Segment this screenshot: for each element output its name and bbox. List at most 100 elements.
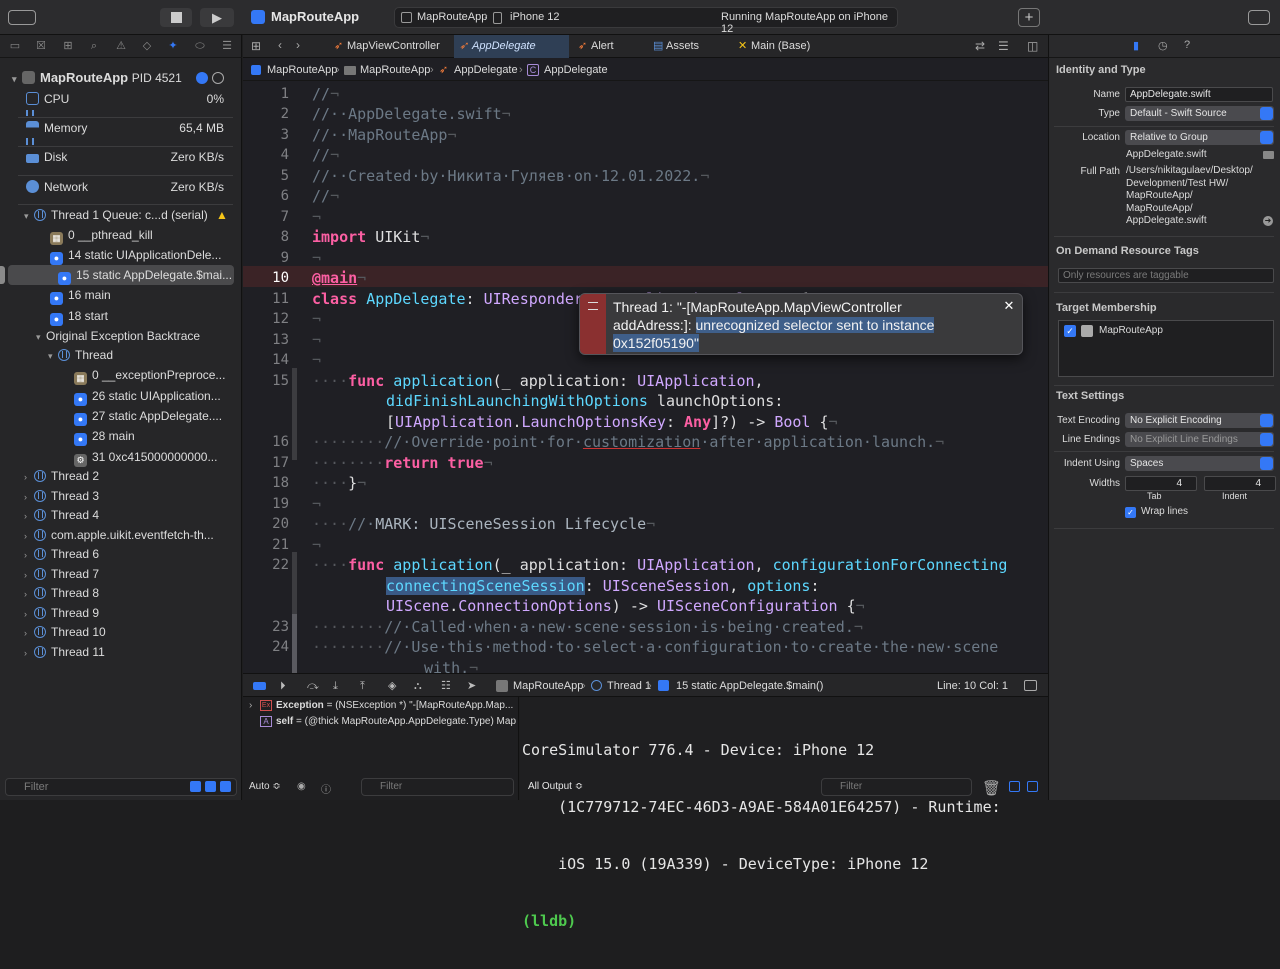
debug-thread[interactable]: Thread 1 <box>607 674 651 698</box>
thread-row[interactable]: › Thread 2 <box>0 466 242 486</box>
navigator-toggle-icon[interactable] <box>8 10 36 25</box>
history-icon[interactable]: ◷ <box>1158 39 1168 52</box>
debug-frame[interactable]: 15 static AppDelegate.$main() <box>676 674 823 698</box>
console[interactable]: CoreSimulator 776.4 - Device: iPhone 12 … <box>520 697 1048 930</box>
memory-graph-icon[interactable]: ⛬ <box>414 674 422 698</box>
frame-row[interactable]: ▦ 0 __exceptionPreproce... <box>0 365 242 385</box>
environment-overrides-icon[interactable]: ☷ <box>441 674 451 698</box>
thread-row[interactable]: › Thread 8 <box>0 583 242 603</box>
filter-option-icon[interactable] <box>190 781 201 792</box>
debug-icon[interactable]: ✦ <box>166 39 180 53</box>
debug-area-toggle-icon[interactable] <box>1024 680 1037 691</box>
jump-file[interactable]: AppDelegate <box>454 59 518 81</box>
back-icon[interactable]: ‹ <box>278 38 282 52</box>
thread-row[interactable]: › Thread 10 <box>0 622 242 642</box>
run-button[interactable]: ▶ <box>200 8 234 27</box>
frame-row[interactable]: ● 27 static AppDelegate.... <box>0 406 242 426</box>
inspector-toggle-icon[interactable] <box>1248 10 1270 25</box>
tab-assets[interactable]: ▤ Assets <box>648 35 732 58</box>
frame-row[interactable]: ● 18 start <box>0 306 242 326</box>
continue-icon[interactable]: ⏵ <box>280 674 286 698</box>
breakpoint-icon[interactable]: ⬭ <box>193 39 207 53</box>
thread-row[interactable]: › Thread 9 <box>0 603 242 623</box>
trash-icon[interactable]: 🗑 <box>982 779 1001 797</box>
step-into-icon[interactable]: ⤓ <box>333 674 338 698</box>
target-checkbox[interactable]: ✓ <box>1064 325 1076 337</box>
location-popup[interactable]: Relative to Group <box>1125 130 1274 145</box>
indent-popup[interactable]: Spaces <box>1125 456 1274 471</box>
folder-icon[interactable]: ▭ <box>8 39 22 53</box>
library-plus-button[interactable]: + <box>1018 8 1040 27</box>
debug-app[interactable]: MapRouteApp <box>513 674 583 698</box>
issue-icon[interactable]: ⚠ <box>114 39 128 53</box>
variable-row[interactable]: Exception = (NSException *) "-[MapRouteA… <box>276 700 516 711</box>
type-popup[interactable]: Default - Swift Source <box>1125 106 1274 121</box>
tab-appdelegate[interactable]: ➶ AppDelegate <box>454 35 569 58</box>
gauge-cpu[interactable]: CPU 0% <box>0 89 242 109</box>
wrap-lines-checkbox[interactable]: ✓ <box>1125 507 1136 518</box>
jump-project[interactable]: MapRouteApp <box>267 59 337 81</box>
reveal-arrow-icon[interactable]: ➜ <box>1263 216 1273 226</box>
tab-mapviewcontroller[interactable]: ➶ MapViewController <box>329 35 453 58</box>
forward-icon[interactable]: › <box>296 38 300 52</box>
frame-row-selected[interactable]: ● 15 static AppDelegate.$mai... <box>8 265 234 285</box>
thread-1-row[interactable]: ▾ Thread 1 Queue: c...d (serial) ▲ <box>0 205 242 225</box>
thread-row[interactable]: › Thread 3 <box>0 486 242 506</box>
stop-button[interactable] <box>160 8 192 27</box>
step-out-icon[interactable]: ⤒ <box>360 674 365 698</box>
jump-group[interactable]: MapRouteApp <box>360 59 430 81</box>
tab-width-field[interactable]: 4 <box>1125 476 1197 491</box>
close-icon[interactable]: ✕ <box>1001 298 1017 314</box>
process-row[interactable]: ▾ MapRouteApp PID 4521 <box>0 68 242 88</box>
backtrace-thread-row[interactable]: ▾ Thread <box>0 345 242 365</box>
pause-icon[interactable] <box>212 72 224 84</box>
line-endings-popup[interactable]: No Explicit Line Endings <box>1125 432 1274 447</box>
thread-row[interactable]: › Thread 6 <box>0 544 242 564</box>
device-name[interactable]: iPhone 12 <box>510 11 560 23</box>
gauge-memory[interactable]: Memory 65,4 MB <box>0 118 242 138</box>
search-icon[interactable]: ⌕ <box>87 39 101 53</box>
variables-scope-select[interactable]: Auto ≎ <box>249 781 281 792</box>
filter-option-icon[interactable] <box>205 781 216 792</box>
frame-row[interactable]: ● 28 main <box>0 426 242 446</box>
symbol-icon[interactable]: ⊞ <box>61 39 75 53</box>
indent-width-field[interactable]: 4 <box>1204 476 1276 491</box>
editor-options-icon[interactable]: ☰ <box>998 39 1009 53</box>
view-debugger-icon[interactable]: ◈ <box>388 674 396 698</box>
thread-row[interactable]: › Thread 7 <box>0 564 242 584</box>
backtrace-group[interactable]: ▾ Original Exception Backtrace <box>0 326 242 346</box>
code-area[interactable]: 1 2 3 4 5 6 7 8 9 10 11 12 13 14 15 16 17 18 19 20 21 22 23 24 … <box>243 82 1048 673</box>
frame-row[interactable]: ⚙ 31 0xc415000000000... <box>0 447 242 467</box>
encoding-popup[interactable]: No Explicit Encoding <box>1125 413 1274 428</box>
file-inspector-icon[interactable]: ▮ <box>1133 39 1139 52</box>
name-field[interactable]: AppDelegate.swift <box>1125 87 1273 102</box>
gauge-network[interactable]: Network Zero KB/s <box>0 177 242 197</box>
thread-row[interactable]: › Thread 11 <box>0 642 242 662</box>
show-variables-icon[interactable] <box>1009 781 1020 792</box>
gauge-disk[interactable]: Disk Zero KB/s <box>0 147 242 167</box>
split-editor-icon[interactable]: ◫ <box>1027 39 1038 53</box>
help-icon[interactable]: ? <box>1184 39 1190 51</box>
tab-alert[interactable]: ➶ Alert <box>573 35 647 58</box>
info-icon[interactable] <box>196 72 208 84</box>
variable-row[interactable]: self = (@thick MapRouteApp.AppDelegate.T… <box>276 716 516 727</box>
related-items-icon[interactable]: ⇄ <box>975 39 985 53</box>
breakpoints-toggle-icon[interactable] <box>253 682 266 690</box>
step-over-icon[interactable]: ⤼ <box>307 674 319 698</box>
tab-main-storyboard[interactable]: ✕ Main (Base) <box>733 35 843 58</box>
jump-symbol[interactable]: AppDelegate <box>544 59 608 81</box>
frame-row[interactable]: ▦ 0 __pthread_kill <box>0 225 242 245</box>
location-icon[interactable]: ➤ <box>467 674 476 698</box>
thread-row[interactable]: › Thread 4 <box>0 505 242 525</box>
console-filter-input[interactable]: Filter <box>821 778 972 796</box>
quick-look-icon[interactable]: ◉ <box>297 781 306 792</box>
output-selector[interactable]: All Output ≎ <box>528 781 583 792</box>
scheme-selector[interactable]: MapRouteApp › iPhone 12 Running MapRoute… <box>394 7 898 35</box>
show-console-icon[interactable] <box>1027 781 1038 792</box>
folder-icon[interactable] <box>1263 151 1274 159</box>
source-control-icon[interactable]: ☒ <box>34 39 48 53</box>
disclosure-right-icon[interactable]: › <box>249 700 252 711</box>
test-icon[interactable]: ◇ <box>140 39 154 53</box>
frame-row[interactable]: ● 14 static UIApplicationDele... <box>0 245 242 265</box>
thread-row[interactable]: › com.apple.uikit.eventfetch-th... <box>0 525 242 545</box>
